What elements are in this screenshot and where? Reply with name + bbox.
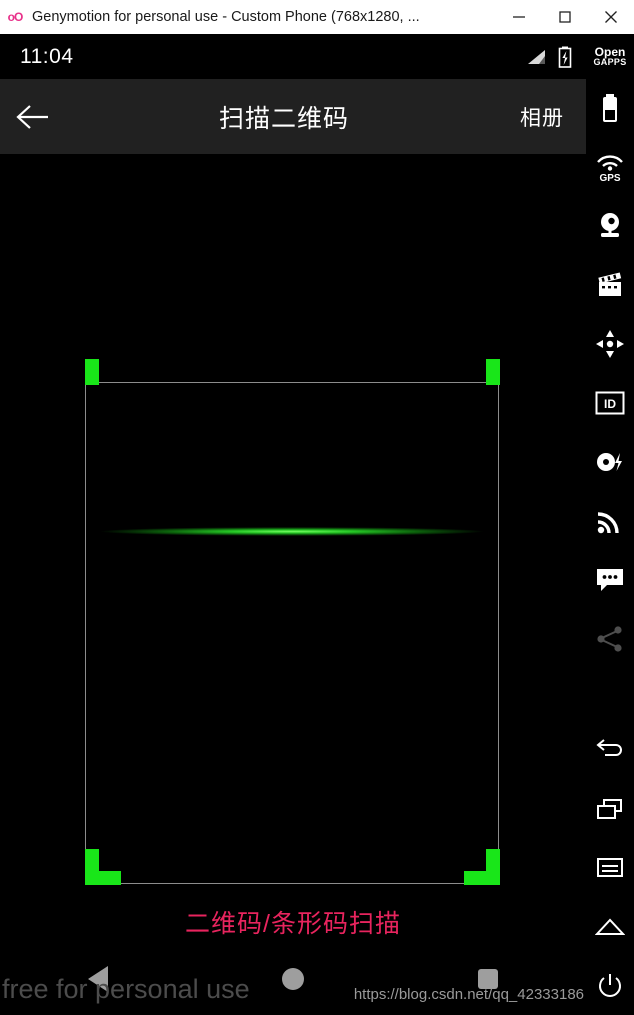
battery-widget-button[interactable] [586,78,634,137]
svg-text:GPS: GPS [599,173,620,182]
nav-menu-toolbar-button[interactable] [586,838,634,897]
open-gapps-button[interactable]: Open GAPPS [586,34,634,78]
maximize-icon [559,11,571,23]
battery-icon [603,93,617,122]
window-close-button[interactable] [588,0,634,34]
window-maximize-button[interactable] [542,0,588,34]
nav-recents-toolbar-button[interactable] [586,779,634,838]
gps-widget-button[interactable]: GPS [586,137,634,196]
corner-bottom-right-horizontal [463,870,500,885]
page-title: 扫描二维码 [218,104,349,133]
camera-icon [601,212,619,237]
close-icon [605,11,617,23]
nav-home-icon [281,968,304,990]
genymotion-toolbar: Open GAPPS GPS ID [586,34,634,1015]
android-screen: 11:04 扫描二维码 相册 二维码/条形码扫描 free for person… [0,34,586,1015]
watermark-personal-use: free for personal use [2,974,250,1004]
identifiers-icon: ID [595,391,625,414]
svg-text:ID: ID [604,397,616,411]
baseband-icon [597,452,622,471]
window-titlebar: oO Genymotion for personal use - Custom … [0,0,634,34]
open-gapps-line2: GAPPS [593,56,627,67]
sms-icon [597,568,623,591]
nav-home-toolbar-button[interactable] [586,897,634,956]
scan-laser-line [100,527,484,536]
power-button[interactable] [586,956,634,1015]
share-icon [597,625,622,652]
sms-button[interactable] [586,550,634,609]
signal-bars-icon [528,49,545,64]
dpad-icon [596,329,624,358]
share-button[interactable] [586,609,634,668]
corner-top-left [84,359,99,385]
battery-charging-icon [558,46,572,68]
album-button[interactable]: 相册 [520,102,586,132]
genymotion-window: oO Genymotion for personal use - Custom … [0,0,634,1015]
back-nav-icon [596,738,622,756]
identifiers-button[interactable]: ID [586,373,634,432]
camera-preview[interactable]: 二维码/条形码扫描 [0,154,586,1015]
video-recorder-icon [598,271,622,296]
baseband-button[interactable] [586,432,634,491]
watermark-blog-url: https://blog.csdn.net/qq_42333186 [353,986,584,1003]
genymotion-logo-icon: oO [7,10,24,24]
window-title: Genymotion for personal use - Custom Pho… [32,9,420,25]
corner-top-right [485,359,500,385]
video-recorder-button[interactable] [586,255,634,314]
nav-home-button[interactable] [253,968,333,990]
status-clock: 11:04 [20,44,74,68]
scan-hint-text: 二维码/条形码扫描 [185,910,401,938]
dpad-widget-button[interactable] [586,314,634,373]
camera-widget-button[interactable] [586,196,634,255]
network-icon [597,511,619,533]
network-button[interactable] [586,491,634,550]
scan-frame [84,359,500,885]
open-gapps-line1: Open [594,44,626,59]
gps-icon: GPS [597,154,623,182]
power-icon [599,973,621,997]
home-nav-icon [595,918,625,935]
app-toolbar: 扫描二维码 相册 [0,79,586,154]
status-icons [526,46,572,68]
android-status-bar: 11:04 [0,34,586,79]
recents-nav-icon [597,798,622,819]
nav-back-toolbar-button[interactable] [586,720,634,779]
window-minimize-button[interactable] [496,0,542,34]
corner-bottom-left-horizontal [84,870,121,885]
minimize-icon [513,16,525,18]
menu-nav-icon [597,857,623,877]
